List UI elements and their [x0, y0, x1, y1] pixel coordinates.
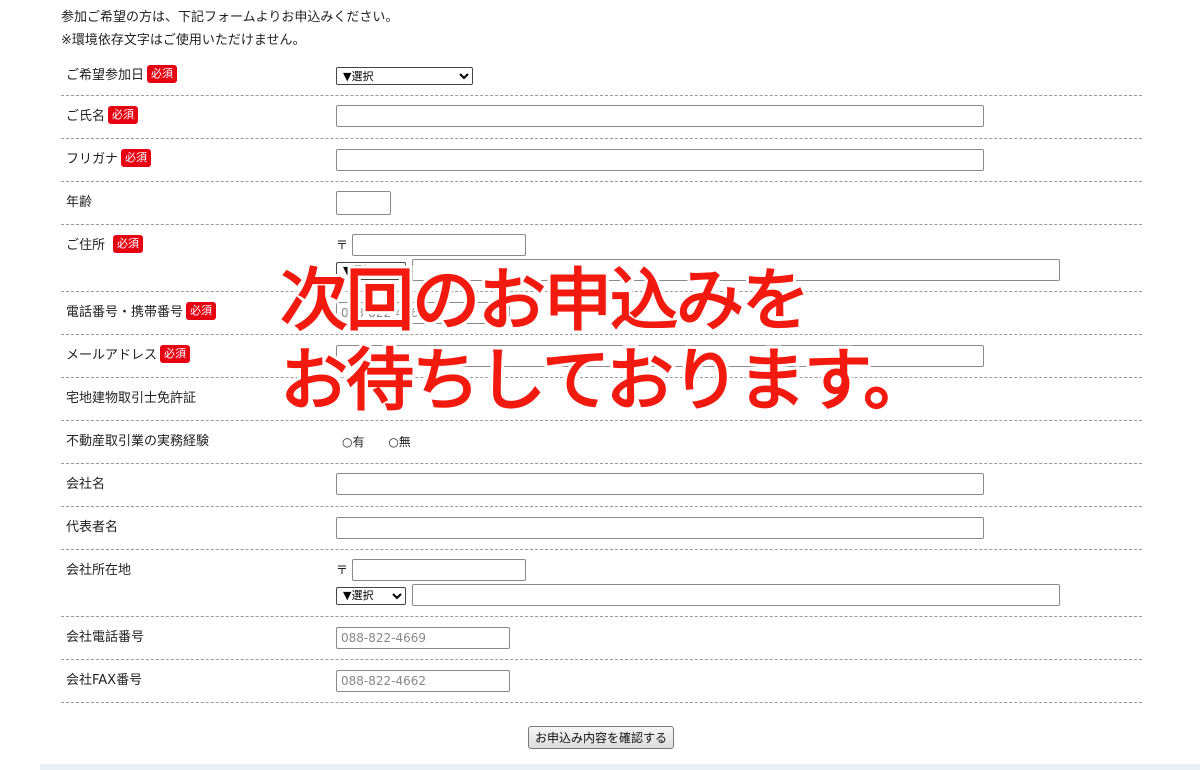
address-field: 〒 [336, 234, 527, 256]
company-fax-field [336, 670, 510, 692]
representative-label: 代表者名 [66, 520, 119, 535]
email-label: メールアドレス 必須 [66, 344, 191, 363]
required-badge: 必須 [186, 301, 217, 320]
representative-field [336, 517, 984, 539]
date-field: ▼選択 [336, 67, 473, 85]
intro-line-2: ※環境依存文字はご使用いただけません。 [61, 33, 306, 48]
required-badge: 必須 [121, 148, 152, 167]
form-row-representative: 代表者名 [61, 507, 1142, 550]
form-row-company-address: 会社所在地 〒 ▼選択 [61, 550, 1142, 617]
radio-no[interactable]: ○無 [388, 435, 410, 449]
name-field [336, 105, 984, 127]
form-row-name: ご氏名 必須 [61, 96, 1142, 139]
form-row-company: 会社名 [61, 464, 1142, 507]
company-prefecture-select[interactable]: ▼選択 [336, 586, 406, 605]
date-select[interactable]: ▼選択 [336, 67, 473, 85]
company-address-input[interactable] [412, 584, 1061, 606]
age-field [336, 191, 391, 215]
phone-label: 電話番号・携帯番号 必須 [66, 301, 217, 320]
kana-input[interactable] [336, 149, 984, 171]
company-field [336, 473, 984, 495]
form-row-date: ご希望参加日 必須 ▼選択 [61, 56, 1142, 96]
form-row-company-phone: 会社電話番号 [61, 617, 1142, 660]
required-badge: 必須 [113, 234, 144, 253]
form-row-kana: フリガナ 必須 [61, 139, 1142, 182]
company-address-label: 会社所在地 [66, 563, 132, 578]
date-label: ご希望参加日 必須 [66, 64, 178, 83]
experience-label: 不動産取引業の実務経験 [66, 434, 210, 449]
form-row-company-fax: 会社FAX番号 [61, 660, 1142, 703]
age-label: 年齢 [66, 195, 93, 210]
radio-yes[interactable]: ○有 [342, 435, 364, 449]
company-fax-input[interactable] [336, 670, 510, 692]
address-label: ご住所 必須 [66, 234, 144, 253]
zip-mark: 〒 [336, 563, 349, 577]
phone-input[interactable] [336, 302, 510, 324]
form-row-address: ご住所 必須 〒 ▼選択 [61, 225, 1142, 292]
company-input[interactable] [336, 473, 984, 495]
required-badge: 必須 [160, 344, 191, 363]
form-row-age: 年齢 [61, 182, 1142, 225]
name-input[interactable] [336, 105, 984, 127]
email-input[interactable] [336, 345, 984, 367]
zip-input[interactable] [352, 234, 527, 256]
form-row-license: 宅地建物取引士免許証 [61, 378, 1142, 421]
company-zip-field: 〒 [336, 559, 527, 581]
company-phone-field [336, 627, 510, 649]
intro-line-1: 参加ご希望の方は、下記フォームよりお申込みください。 [61, 10, 399, 25]
representative-input[interactable] [336, 517, 984, 539]
intro-text: 参加ご希望の方は、下記フォームよりお申込みください。 ※環境依存文字はご使用いた… [61, 6, 398, 52]
zip-mark: 〒 [336, 238, 349, 252]
required-badge: 必須 [147, 64, 178, 83]
company-phone-label: 会社電話番号 [66, 630, 145, 645]
form-row-phone: 電話番号・携帯番号 必須 [61, 292, 1142, 335]
license-label: 宅地建物取引士免許証 [66, 391, 197, 406]
phone-field [336, 302, 510, 324]
address-input[interactable] [412, 259, 1061, 281]
prefecture-select[interactable]: ▼選択 [336, 261, 406, 280]
email-field [336, 345, 984, 367]
company-label: 会社名 [66, 477, 106, 492]
company-address-detail-field: ▼選択 [336, 584, 1061, 606]
confirm-submit-button[interactable]: お申込み内容を確認する [528, 726, 675, 749]
experience-radio-group: ○有 ○無 [342, 433, 431, 450]
company-zip-input[interactable] [352, 559, 527, 581]
kana-field [336, 149, 984, 171]
kana-label: フリガナ 必須 [66, 148, 152, 167]
form-row-experience: 不動産取引業の実務経験 ○有 ○無 [61, 421, 1142, 464]
bottom-divider [40, 764, 1200, 770]
name-label: ご氏名 必須 [66, 105, 139, 124]
submit-wrap: お申込み内容を確認する [528, 726, 675, 749]
application-form: ご希望参加日 必須 ▼選択 ご氏名 必須 フリガナ 必須 年齢 ご住所 必須 〒… [61, 56, 1142, 703]
company-fax-label: 会社FAX番号 [66, 673, 143, 688]
age-input[interactable] [336, 191, 391, 215]
address-detail-field: ▼選択 [336, 259, 1061, 281]
company-phone-input[interactable] [336, 627, 510, 649]
required-badge: 必須 [108, 105, 139, 124]
form-row-email: メールアドレス 必須 [61, 335, 1142, 378]
